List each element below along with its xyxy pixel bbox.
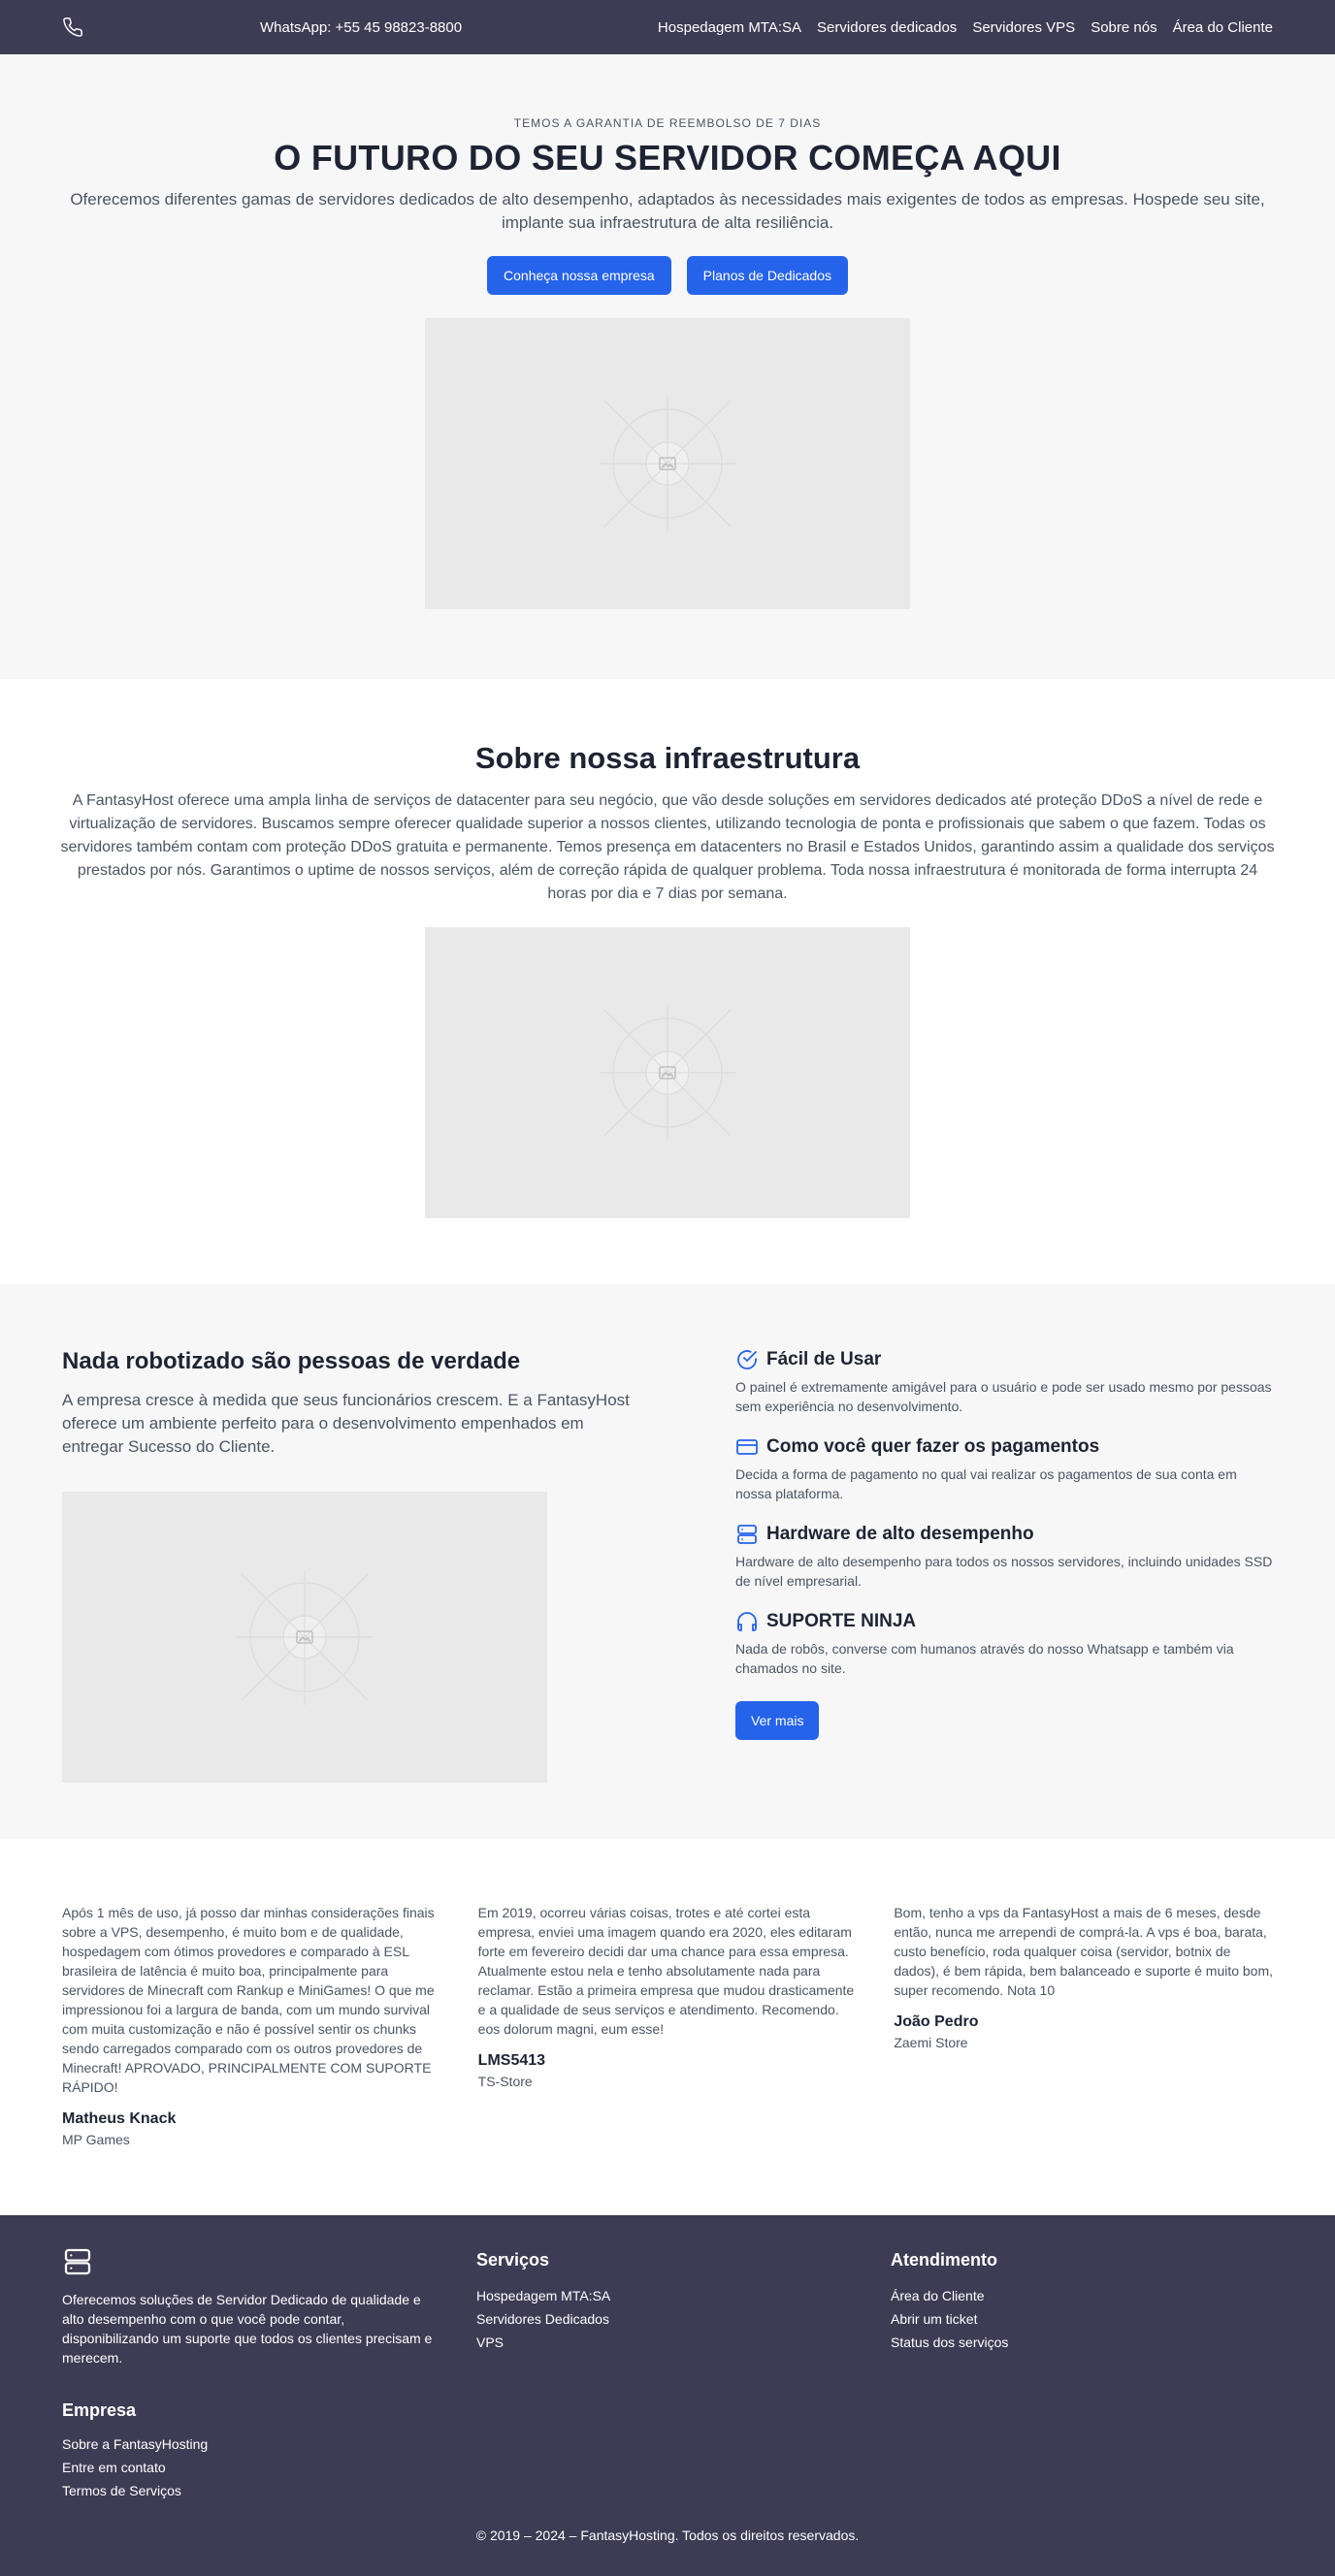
company-button[interactable]: Conheça nossa empresa <box>487 256 671 295</box>
credit-card-icon <box>736 1439 758 1455</box>
server-icon <box>737 1525 757 1544</box>
feature-item: Como você quer fazer os pagamentos Decid… <box>735 1435 1273 1503</box>
footer-support: Atendimento Área do Cliente Abrir um tic… <box>891 2246 1272 2367</box>
hero-buttons: Conheça nossa empresa Planos de Dedicado… <box>0 256 1335 295</box>
nav-link-hospedagem-mtasa[interactable]: Hospedagem MTA:SA <box>658 19 801 36</box>
testimonial-text: Após 1 mês de uso, já posso dar minhas c… <box>62 1905 435 2095</box>
headphones-icon <box>737 1612 757 1631</box>
hero-eyebrow: TEMOS A GARANTIA DE REEMBOLSO DE 7 DIAS <box>513 116 822 130</box>
features-title: Nada robotizado são pessoas de verdade <box>62 1348 521 1374</box>
image-placeholder-icon <box>600 396 735 531</box>
footer-services-title: Serviços <box>476 2250 550 2270</box>
footer-support-title: Atendimento <box>891 2250 997 2270</box>
features-intro: Nada robotizado são pessoas de verdade A… <box>62 1348 635 1839</box>
image-placeholder-icon <box>237 1569 373 1705</box>
footer-services: Serviços Hospedagem MTA:SA Servidores De… <box>476 2246 858 2367</box>
footer-copyright: © 2019 – 2024 – FantasyHosting. Todos os… <box>475 2528 860 2543</box>
check-badge-icon <box>737 1350 757 1369</box>
nav-link-sobre-nos[interactable]: Sobre nós <box>1091 19 1156 36</box>
footer-link-vps[interactable]: VPS <box>476 2331 858 2354</box>
feature-title: SUPORTE NINJA <box>766 1611 917 1631</box>
testimonial-card: Em 2019, ocorreu várias coisas, trotes e… <box>478 1903 858 2215</box>
feature-title: Fácil de Usar <box>766 1349 882 1369</box>
features-image-placeholder <box>62 1492 547 1783</box>
footer-link-termos[interactable]: Termos de Serviços <box>62 2479 443 2502</box>
footer-company: Empresa Sobre a FantasyHosting Entre em … <box>62 2400 443 2502</box>
testimonial-author: João Pedro <box>894 2013 979 2030</box>
features-list: Fácil de Usar O painel é extremamente am… <box>735 1348 1273 1839</box>
dedicated-plans-button[interactable]: Planos de Dedicados <box>686 256 848 295</box>
image-placeholder-icon <box>600 1005 735 1141</box>
footer-description: Oferecemos soluções de Servidor Dedicado… <box>62 2292 433 2366</box>
features-section: Nada robotizado são pessoas de verdade A… <box>0 1284 1335 1839</box>
hero-image-placeholder <box>425 318 910 609</box>
testimonial-text: Bom, tenho a vps da FantasyHost a mais d… <box>894 1905 1274 1998</box>
about-section: Sobre nossa infraestrutura A FantasyHost… <box>0 679 1335 1284</box>
testimonial-text: Em 2019, ocorreu várias coisas, trotes e… <box>477 1905 855 2037</box>
feature-text: Hardware de alto desempenho para todos o… <box>735 1554 1273 1589</box>
site-footer: Oferecemos soluções de Servidor Dedicado… <box>0 2215 1335 2576</box>
about-image-placeholder <box>425 927 910 1218</box>
hero-title: O FUTURO DO SEU SERVIDOR COMEÇA AQUI <box>274 138 1061 177</box>
testimonials-section: Após 1 mês de uso, já posso dar minhas c… <box>0 1839 1335 2215</box>
feature-item: Hardware de alto desempenho Hardware de … <box>735 1523 1273 1591</box>
footer-link-status[interactable]: Status dos serviços <box>891 2331 1272 2354</box>
whatsapp-contact[interactable]: WhatsApp: +55 45 98823-8800 <box>260 19 462 36</box>
nav-link-servidores-dedicados[interactable]: Servidores dedicados <box>817 19 957 36</box>
about-title: Sobre nossa infraestrutura <box>474 741 861 775</box>
testimonial-card: Após 1 mês de uso, já posso dar minhas c… <box>62 1903 441 2215</box>
testimonial-author: Matheus Knack <box>62 2110 177 2127</box>
footer-link-sobre[interactable]: Sobre a FantasyHosting <box>62 2432 443 2456</box>
feature-text: O painel é extremamente amigável para o … <box>735 1379 1272 1414</box>
main-nav: Hospedagem MTA:SA Servidores dedicados S… <box>658 19 1273 36</box>
feature-text: Nada de robôs, converse com humanos atra… <box>735 1641 1234 1676</box>
nav-link-servidores-vps[interactable]: Servidores VPS <box>972 19 1075 36</box>
nav-link-area-do-cliente[interactable]: Área do Cliente <box>1173 19 1273 36</box>
feature-title: Como você quer fazer os pagamentos <box>766 1436 1100 1457</box>
feature-title: Hardware de alto desempenho <box>766 1524 1034 1544</box>
footer-link-area-do-cliente[interactable]: Área do Cliente <box>891 2284 1272 2307</box>
footer-link-hospedagem-mtasa[interactable]: Hospedagem MTA:SA <box>476 2284 858 2307</box>
testimonial-company: MP Games <box>62 2132 130 2147</box>
testimonial-author: LMS5413 <box>477 2052 546 2069</box>
footer-company-title: Empresa <box>62 2400 137 2420</box>
top-navbar: WhatsApp: +55 45 98823-8800 Hospedagem M… <box>0 0 1335 54</box>
hero-lead: Oferecemos diferentes gamas de servidore… <box>70 190 1265 232</box>
testimonial-company: Zaemi Store <box>894 2035 968 2050</box>
see-more-button[interactable]: Ver mais <box>735 1701 820 1740</box>
server-icon <box>64 2248 91 2275</box>
footer-link-servidores-dedicados[interactable]: Servidores Dedicados <box>476 2307 858 2331</box>
feature-text: Decida a forma de pagamento no qual vai … <box>735 1466 1237 1501</box>
features-text: A empresa cresce à medida que seus funci… <box>62 1391 630 1456</box>
about-text: A FantasyHost oferece uma ampla linha de… <box>60 792 1275 902</box>
footer-link-contato[interactable]: Entre em contato <box>62 2456 443 2479</box>
feature-item: Fácil de Usar O painel é extremamente am… <box>735 1348 1273 1416</box>
feature-item: SUPORTE NINJA Nada de robôs, converse co… <box>735 1610 1273 1678</box>
footer-about: Oferecemos soluções de Servidor Dedicado… <box>62 2246 443 2367</box>
phone-icon[interactable] <box>62 16 85 39</box>
footer-link-abrir-ticket[interactable]: Abrir um ticket <box>891 2307 1272 2331</box>
testimonial-card: Bom, tenho a vps da FantasyHost a mais d… <box>894 1903 1273 2215</box>
testimonial-company: TS-Store <box>477 2074 533 2089</box>
hero-section: TEMOS A GARANTIA DE REEMBOLSO DE 7 DIAS … <box>0 54 1335 679</box>
